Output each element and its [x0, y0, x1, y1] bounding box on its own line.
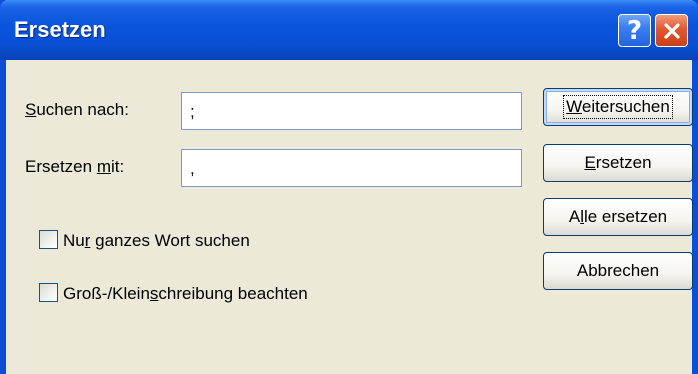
find-next-label: Weitersuchen [563, 95, 673, 119]
match-case-checkbox[interactable] [39, 283, 58, 302]
replace-all-button[interactable]: Alle ersetzen [543, 198, 693, 236]
search-label: Suchen nach: [25, 100, 129, 119]
help-icon: ? [626, 15, 643, 46]
cancel-button[interactable]: Abbrechen [543, 252, 693, 290]
help-button[interactable]: ? [618, 14, 651, 47]
window-title: Ersetzen [14, 17, 106, 42]
whole-word-checkbox[interactable] [39, 230, 58, 249]
close-icon [663, 22, 680, 39]
close-button[interactable] [655, 14, 688, 47]
replace-button[interactable]: Ersetzen [543, 144, 693, 182]
whole-word-label[interactable]: Nur ganzes Wort suchen [63, 231, 250, 251]
replace-label: Ersetzen mit: [25, 157, 125, 176]
cancel-label: Abbrechen [576, 261, 660, 280]
find-next-button[interactable]: Weitersuchen [543, 88, 693, 126]
replace-dialog: Ersetzen ? Suchen nach: ; Ersetzen mit: … [0, 0, 698, 374]
replace-button-label: Ersetzen [584, 153, 652, 172]
search-input[interactable]: ; [181, 92, 522, 130]
replace-all-label: Alle ersetzen [568, 207, 668, 226]
replace-input[interactable]: , [181, 149, 522, 187]
title-bar[interactable]: Ersetzen ? [0, 0, 698, 60]
match-case-label[interactable]: Groß-/Kleinschreibung beachten [63, 284, 308, 304]
